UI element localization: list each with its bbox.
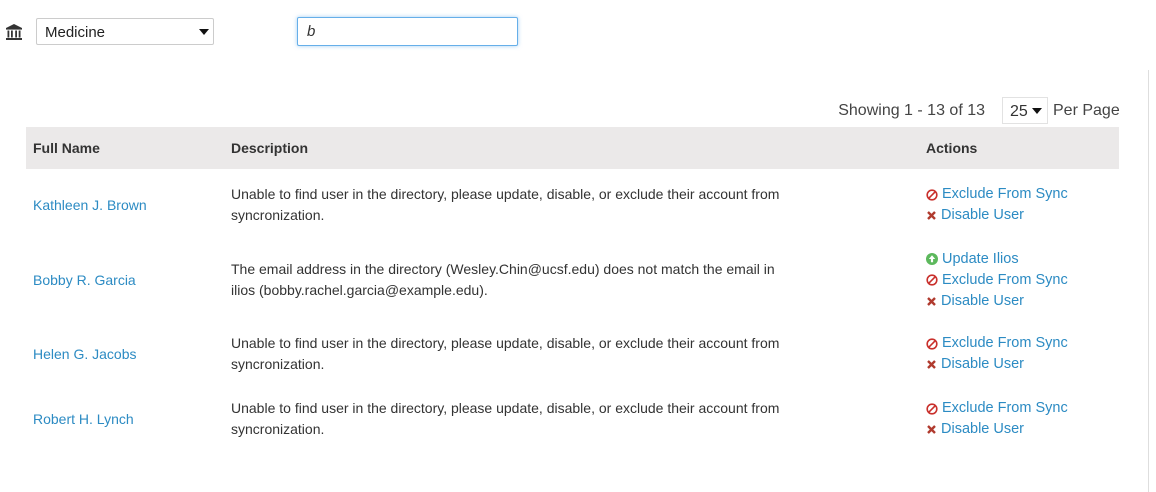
table-row: Kathleen J. Brown Unable to find user in… [26, 169, 1119, 241]
school-select[interactable]: Medicine [36, 18, 214, 45]
disable-user-button[interactable]: Disable User [926, 291, 1119, 312]
row-description: The email address in the directory (Wesl… [231, 261, 775, 298]
per-page-value: 25 [1010, 103, 1028, 120]
row-actions: Update Ilios Exclude From Sync Disable U… [919, 241, 1119, 319]
column-header-actions: Actions [926, 140, 978, 156]
row-description: Unable to find user in the directory, pl… [231, 400, 780, 437]
exclude-from-sync-button[interactable]: Exclude From Sync [926, 184, 1119, 205]
times-icon [927, 296, 936, 306]
divider [1148, 70, 1149, 492]
column-header-full-name: Full Name [33, 140, 100, 156]
user-name-link[interactable]: Robert H. Lynch [33, 411, 134, 427]
table-row: Bobby R. Garcia The email address in the… [26, 241, 1119, 319]
times-icon [927, 425, 936, 434]
disable-user-button[interactable]: Disable User [926, 354, 1119, 375]
table-row: Robert H. Lynch Unable to find user in t… [26, 389, 1119, 449]
times-icon [927, 360, 936, 369]
ban-icon [926, 337, 938, 350]
disable-user-button[interactable]: Disable User [926, 205, 1119, 226]
institution-icon [6, 24, 22, 40]
per-page-select[interactable]: 25 [1002, 97, 1048, 124]
chevron-down-icon [1032, 108, 1042, 114]
exclude-from-sync-button[interactable]: Exclude From Sync [926, 270, 1119, 291]
exclude-from-sync-button[interactable]: Exclude From Sync [926, 398, 1119, 419]
results-table: Full Name Description Actions Kathleen J… [26, 127, 1119, 449]
arrow-circle-up-icon [926, 253, 938, 265]
showing-count: Showing 1 - 13 of 13 [838, 102, 985, 119]
user-name-link[interactable]: Kathleen J. Brown [33, 197, 147, 213]
times-icon [927, 211, 936, 220]
row-actions: Exclude From Sync Disable User [919, 389, 1119, 449]
ban-icon [926, 402, 938, 415]
row-description: Unable to find user in the directory, pl… [231, 335, 780, 372]
pagination-bar: Showing 1 - 13 of 13 25 Per Page [0, 97, 1156, 127]
search-input[interactable] [297, 17, 518, 46]
ban-icon [926, 188, 938, 201]
ban-icon [926, 274, 938, 286]
user-name-link[interactable]: Bobby R. Garcia [33, 272, 136, 288]
update-ilios-button[interactable]: Update Ilios [926, 249, 1119, 270]
row-description: Unable to find user in the directory, pl… [231, 186, 780, 223]
chevron-down-icon [199, 29, 209, 35]
user-name-link[interactable]: Helen G. Jacobs [33, 346, 137, 362]
column-header-spacer [797, 127, 919, 169]
exclude-from-sync-button[interactable]: Exclude From Sync [926, 333, 1119, 354]
table-row: Helen G. Jacobs Unable to find user in t… [26, 319, 1119, 389]
column-header-description: Description [231, 140, 309, 156]
disable-user-button[interactable]: Disable User [926, 419, 1119, 440]
filter-bar: Medicine [0, 0, 1156, 60]
row-actions: Exclude From Sync Disable User [919, 319, 1119, 389]
row-actions: Exclude From Sync Disable User [919, 169, 1119, 241]
school-select-value: Medicine [45, 24, 106, 41]
per-page-label: Per Page [1053, 102, 1120, 119]
table-header-row: Full Name Description Actions [26, 127, 1119, 169]
